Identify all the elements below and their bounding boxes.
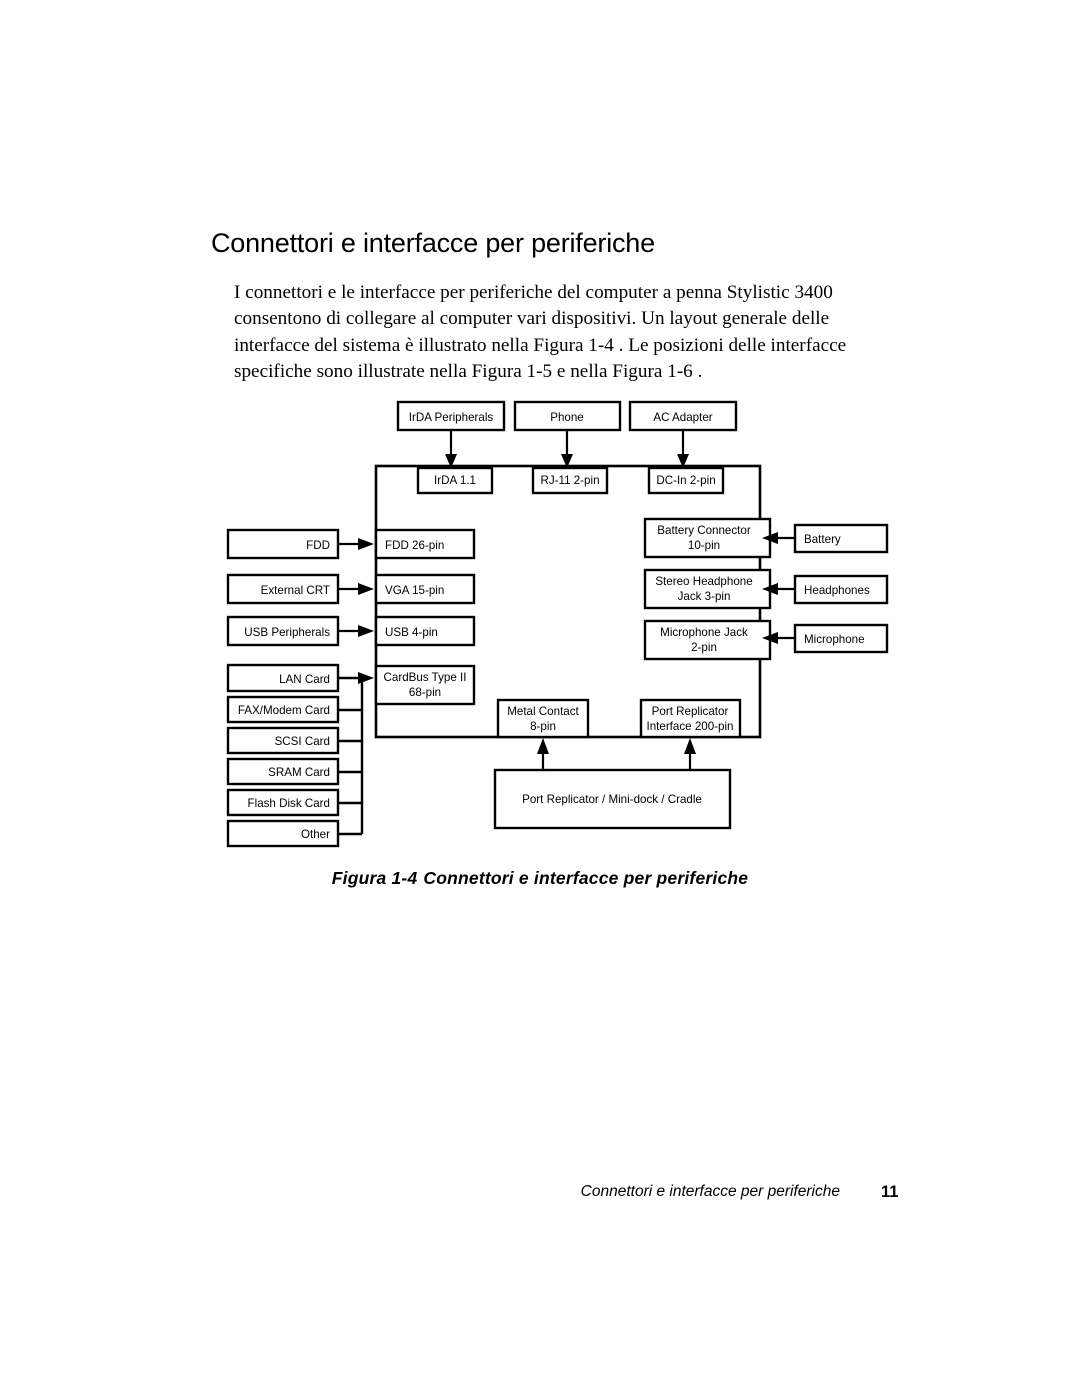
top-peripheral-phone: Phone [513,400,622,432]
arrow-usb-right [338,625,374,637]
arrow-fdd-right [338,538,374,550]
intro-paragraph: I connettori e le interfacce per perifer… [234,282,847,382]
arrow-port-replicator-up [684,738,696,770]
pc-card-sram: SRAM Card [226,757,340,786]
connector-usb-4pin: USB 4-pin [374,615,476,647]
page-footer: Connettori e interfacce per periferiche … [0,1183,1080,1207]
connector-label: IrDA 1.1 [434,474,476,487]
document-page: Connettori e interfacce per periferiche … [0,0,1080,1397]
connector-label: USB 4-pin [385,626,438,639]
connector-metal-contact: Metal Contact 8-pin [496,698,590,739]
pc-card-bus [338,672,374,836]
footer-page-number: 11 [881,1183,899,1201]
right-peripheral-label: Battery [804,533,841,546]
connector-rj11: RJ-11 2-pin [531,466,609,495]
connector-port-replicator-interface: Port Replicator Interface 200-pin [639,698,742,739]
left-peripheral-fdd: FDD [226,528,340,560]
connector-battery: Battery Connector 10-pin [643,517,772,559]
connector-label: DC-In 2-pin [656,474,715,487]
connector-fdd-26pin: FDD 26-pin [374,528,476,560]
connector-label: VGA 15-pin [385,584,444,597]
top-peripheral-ac-adapter: AC Adapter [628,400,738,432]
pc-card-fax-modem: FAX/Modem Card [226,695,340,724]
connector-label-line2: 2-pin [691,641,717,654]
right-peripheral-label: Headphones [804,584,870,597]
connector-label-line1: Battery Connector [657,524,751,537]
right-peripheral-headphones: Headphones [793,574,889,605]
pc-card-lan: LAN Card [226,663,340,693]
arrow-external-crt-right [338,583,374,595]
connector-label-line2: 10-pin [688,539,720,552]
page-title: Connettori e interfacce per periferiche [211,228,655,259]
connector-microphone: Microphone Jack 2-pin [643,619,772,661]
connector-label: RJ-11 2-pin [540,474,599,487]
pc-card-other: Other [226,819,340,848]
connector-label-line1: CardBus Type II [384,671,467,684]
connector-cardbus: CardBus Type II 68-pin [374,664,476,706]
pc-card-label: LAN Card [279,673,330,686]
figure-caption-number: Figura 1-4 [331,868,418,888]
pc-card-label: Other [301,828,330,841]
pc-card-flash-disk: Flash Disk Card [226,788,340,817]
right-peripheral-microphone: Microphone [793,623,889,654]
figure-caption-text: Connettori e interfacce per periferiche [423,868,749,888]
arrow-ac-adapter-down [677,430,689,468]
pc-card-label: FAX/Modem Card [238,704,330,717]
figure-caption: Figura 1-4 Connettori e interfacce per pe… [0,868,1080,889]
connector-label-line2: 68-pin [409,686,441,699]
pc-card-scsi: SCSI Card [226,726,340,755]
left-peripheral-label: FDD [306,539,330,552]
top-peripheral-label: Phone [550,411,584,424]
connector-label-line1: Microphone Jack [660,626,748,639]
bottom-device-label: Port Replicator / Mini-dock / Cradle [522,793,702,806]
bottom-device-cradle: Port Replicator / Mini-dock / Cradle [493,768,732,830]
right-peripheral-battery: Battery [793,523,889,554]
left-peripheral-external-crt: External CRT [226,573,340,605]
right-peripheral-label: Microphone [804,633,865,646]
connector-label-line1: Port Replicator [652,705,729,718]
top-peripheral-irda: IrDA Peripherals [396,400,506,432]
connector-label-line1: Stereo Headphone [655,575,752,588]
left-peripheral-label: USB Peripherals [244,626,330,639]
connector-vga-15pin: VGA 15-pin [374,573,476,605]
footer-title: Connettori e interfacce per periferiche [580,1183,840,1200]
connector-irda: IrDA 1.1 [416,466,494,495]
left-peripheral-label: External CRT [261,584,330,597]
connector-label-line1: Metal Contact [507,705,579,718]
arrow-metal-contact-up [537,738,549,770]
top-peripheral-label: IrDA Peripherals [409,411,494,424]
connector-label: FDD 26-pin [385,539,444,552]
connector-label-line2: Interface 200-pin [646,720,733,733]
pc-card-label: SCSI Card [275,735,330,748]
connector-label-line2: Jack 3-pin [678,590,731,603]
figure-1-4-diagram: IrDA Peripherals Phone AC Adapter IrDA 1… [0,380,1080,850]
top-peripheral-label: AC Adapter [653,411,712,424]
left-peripheral-usb: USB Peripherals [226,615,340,647]
connector-stereo-headphone: Stereo Headphone Jack 3-pin [643,568,772,610]
connector-label-line2: 8-pin [530,720,556,733]
pc-card-label: SRAM Card [268,766,330,779]
pc-card-label: Flash Disk Card [248,797,330,810]
arrow-phone-down [561,430,573,468]
arrow-irda-down [445,430,457,468]
connector-dc-in: DC-In 2-pin [647,466,725,495]
